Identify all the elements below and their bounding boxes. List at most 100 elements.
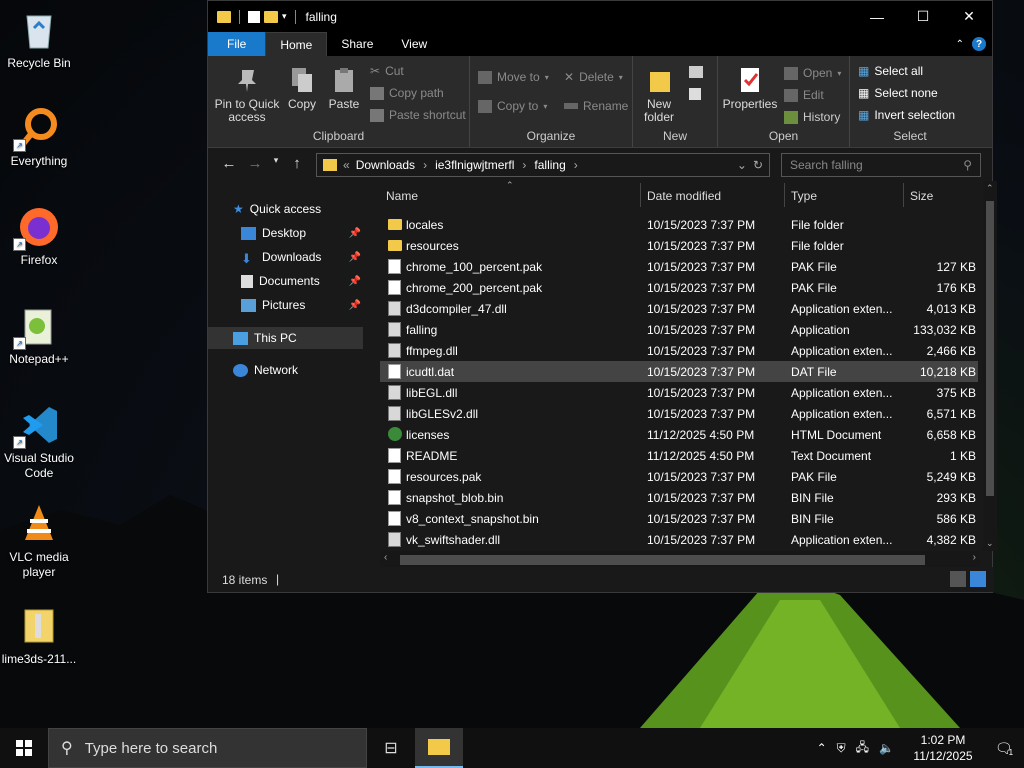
new-folder-quick-icon[interactable] xyxy=(264,10,278,23)
new-item-icon[interactable] xyxy=(689,66,703,78)
desktop-icon-notepad-plus-plus[interactable]: ↗ Notepad++ xyxy=(0,304,78,367)
details-view-icon[interactable] xyxy=(950,571,966,587)
tab-view[interactable]: View xyxy=(387,32,441,56)
table-row[interactable]: falling 10/15/2023 7:37 PM Application 133,… xyxy=(380,319,978,340)
search-box[interactable]: Search falling ⚲ xyxy=(781,153,981,177)
tab-home[interactable]: Home xyxy=(265,32,328,56)
table-row[interactable]: chrome_200_percent.pak 10/15/2023 7:37 PM… xyxy=(380,277,978,298)
copy-to-button[interactable]: Copy to ▾ xyxy=(478,99,547,113)
forward-arrow-icon[interactable]: → xyxy=(244,155,266,172)
taskbar-file-explorer[interactable] xyxy=(415,728,463,768)
show-hidden-icons-icon[interactable]: ⌃ xyxy=(817,741,827,755)
refresh-icon[interactable]: ↻ xyxy=(753,158,763,172)
open-button[interactable]: Open ▾ xyxy=(784,66,841,80)
table-row[interactable]: snapshot_blob.bin 10/15/2023 7:37 PM BIN F… xyxy=(380,487,978,508)
maximize-button[interactable]: ☐ xyxy=(900,1,946,32)
tab-share[interactable]: Share xyxy=(327,32,387,56)
scroll-down-icon[interactable]: ⌄ xyxy=(986,538,994,549)
table-row[interactable]: vk_swiftshader.dll 10/15/2023 7:37 PM Appl… xyxy=(380,529,978,550)
zip-folder-icon xyxy=(17,604,61,648)
table-row[interactable]: libEGL.dll 10/15/2023 7:37 PM Application … xyxy=(380,382,978,403)
column-type[interactable]: Type xyxy=(791,189,817,203)
minimize-button[interactable]: — xyxy=(854,1,900,32)
taskbar-search-input[interactable]: Type here to search xyxy=(85,740,218,757)
table-row[interactable]: chrome_100_percent.pak 10/15/2023 7:37 PM… xyxy=(380,256,978,277)
breadcrumb-downloads[interactable]: Downloads xyxy=(356,158,415,172)
desktop-icon-vscode[interactable]: ↗ Visual Studio Code xyxy=(0,403,78,481)
desktop-icon-everything[interactable]: ↗ Everything xyxy=(0,106,78,169)
vertical-scroll-thumb[interactable] xyxy=(986,201,994,496)
table-row[interactable]: v8_context_snapshot.bin 10/15/2023 7:37 P… xyxy=(380,508,978,529)
address-bar[interactable]: « Downloads › ie3flnigwjtmerfl › falling… xyxy=(316,153,770,177)
select-none-button[interactable]: ▦ Select none xyxy=(858,86,938,100)
delete-button[interactable]: ✕ Delete ▾ xyxy=(564,70,623,84)
table-row[interactable]: resources.pak 10/15/2023 7:37 PM PAK File 5… xyxy=(380,466,978,487)
table-row[interactable]: icudtl.dat 10/15/2023 7:37 PM DAT File 10,2… xyxy=(380,361,978,382)
pin-quick-access-button[interactable]: Pin to Quick access xyxy=(214,62,280,124)
table-row[interactable]: README 11/12/2025 4:50 PM Text Document 1 K… xyxy=(380,445,978,466)
table-row[interactable]: licenses 11/12/2025 4:50 PM HTML Document 6… xyxy=(380,424,978,445)
history-button[interactable]: History xyxy=(784,110,840,124)
cut-button[interactable]: ✂ Cut xyxy=(370,64,404,78)
scroll-left-icon[interactable]: ‹ xyxy=(384,552,387,563)
scroll-right-icon[interactable]: › xyxy=(973,552,976,563)
column-size[interactable]: Size xyxy=(910,189,933,203)
nav-pictures[interactable]: Pictures 📌 xyxy=(208,294,363,316)
clock[interactable]: 1:02 PM 11/12/2025 xyxy=(902,732,984,764)
new-folder-button[interactable]: New folder xyxy=(637,62,681,124)
start-button[interactable] xyxy=(0,728,48,768)
breadcrumb-current[interactable]: falling xyxy=(534,158,565,172)
select-all-button[interactable]: ▦ Select all xyxy=(858,64,923,78)
scroll-up-icon[interactable]: ⌃ xyxy=(986,183,994,194)
taskbar-search-box[interactable]: ⚲ Type here to search xyxy=(48,728,367,768)
nav-network[interactable]: Network xyxy=(208,359,363,381)
desktop-icon-firefox[interactable]: ↗ Firefox xyxy=(0,205,78,268)
customize-quick-access-icon[interactable]: ▾ xyxy=(282,11,287,22)
horizontal-scroll-thumb[interactable] xyxy=(400,555,925,565)
nav-this-pc[interactable]: This PC xyxy=(208,327,363,349)
rename-button[interactable]: Rename xyxy=(564,99,628,113)
close-button[interactable]: ✕ xyxy=(946,1,992,32)
easy-access-icon[interactable] xyxy=(689,88,701,100)
group-label: Clipboard xyxy=(312,129,365,143)
properties-button[interactable]: Properties xyxy=(722,62,778,111)
edit-button[interactable]: Edit xyxy=(784,88,824,102)
notification-center-button[interactable]: 🗨 1 xyxy=(984,740,1024,757)
desktop-icon-recycle-bin[interactable]: Recycle Bin xyxy=(0,8,78,71)
properties-quick-icon[interactable] xyxy=(248,10,260,23)
copy-path-button[interactable]: Copy path xyxy=(370,86,444,100)
column-name[interactable]: Name xyxy=(386,189,418,203)
table-row[interactable]: locales 10/15/2023 7:37 PM File folder xyxy=(380,214,978,235)
paste-shortcut-button[interactable]: Paste shortcut xyxy=(370,108,466,122)
recent-locations-icon[interactable]: ▾ xyxy=(270,155,282,172)
table-row[interactable]: libGLESv2.dll 10/15/2023 7:37 PM Applicati… xyxy=(380,403,978,424)
move-to-button[interactable]: Move to ▾ xyxy=(478,70,549,84)
nav-documents[interactable]: Documents 📌 xyxy=(208,270,363,292)
nav-quick-access[interactable]: ★ Quick access xyxy=(208,198,363,220)
security-icon[interactable]: ⛨ xyxy=(837,741,846,756)
nav-downloads[interactable]: ⬇ Downloads 📌 xyxy=(208,246,363,268)
desktop-icon-vlc[interactable]: VLC media player xyxy=(0,502,78,580)
paste-button[interactable]: Paste xyxy=(326,62,362,111)
invert-selection-button[interactable]: ▦ Invert selection xyxy=(858,108,955,122)
search-input[interactable]: Search falling xyxy=(782,158,863,172)
help-icon[interactable]: ? xyxy=(972,37,986,51)
table-row[interactable]: ffmpeg.dll 10/15/2023 7:37 PM Application … xyxy=(380,340,978,361)
vertical-scrollbar[interactable]: ⌃ ⌄ xyxy=(983,181,997,551)
task-view-button[interactable]: ⊟ xyxy=(367,728,415,768)
desktop-icon-lime3ds[interactable]: lime3ds-211... xyxy=(0,604,78,667)
tab-file[interactable]: File xyxy=(208,32,266,56)
breadcrumb-folder[interactable]: ie3flnigwjtmerfl xyxy=(435,158,514,172)
table-row[interactable]: resources 10/15/2023 7:37 PM File folder xyxy=(380,235,978,256)
copy-button[interactable]: Copy xyxy=(284,62,320,111)
nav-desktop[interactable]: Desktop 📌 xyxy=(208,222,363,244)
up-arrow-icon[interactable]: ↑ xyxy=(286,155,308,172)
collapse-ribbon-icon[interactable]: ⌃ xyxy=(956,39,964,50)
column-date-modified[interactable]: Date modified xyxy=(647,189,721,203)
table-row[interactable]: d3dcompiler_47.dll 10/15/2023 7:37 PM Appl… xyxy=(380,298,978,319)
back-arrow-icon[interactable]: ← xyxy=(218,155,240,172)
volume-muted-icon[interactable]: 🔈 xyxy=(879,741,894,755)
network-status-icon[interactable]: 🖧 xyxy=(856,738,869,759)
address-dropdown-icon[interactable]: ⌄ xyxy=(737,158,747,172)
large-icons-view-icon[interactable] xyxy=(970,571,986,587)
